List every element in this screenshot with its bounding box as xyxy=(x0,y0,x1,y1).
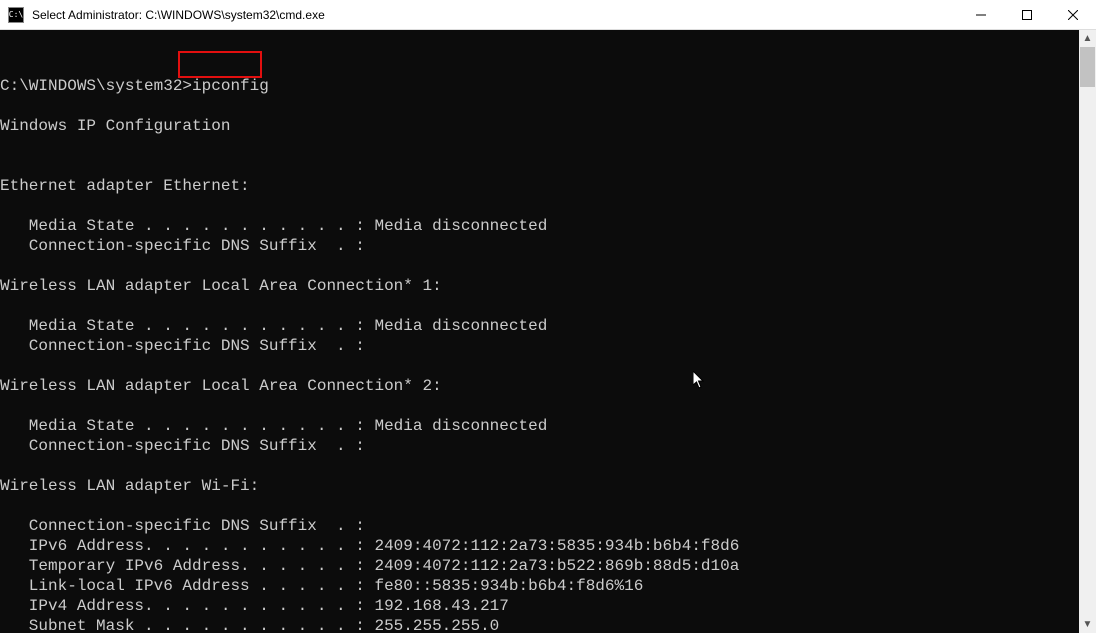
maximize-icon xyxy=(1022,10,1032,20)
prompt-text: C:\WINDOWS\system32> xyxy=(0,77,192,95)
close-button[interactable] xyxy=(1050,0,1096,29)
adapter-1-line-1: Connection-specific DNS Suffix . : xyxy=(0,337,365,355)
adapter-2-line-1: Connection-specific DNS Suffix . : xyxy=(0,437,365,455)
window-controls xyxy=(958,0,1096,29)
scroll-up-arrow-icon[interactable]: ▲ xyxy=(1079,30,1096,47)
vertical-scrollbar[interactable]: ▲ ▼ xyxy=(1079,30,1096,633)
scroll-down-arrow-icon[interactable]: ▼ xyxy=(1079,616,1096,633)
adapter-0-name: Ethernet adapter Ethernet: xyxy=(0,177,250,195)
adapter-3-line-0: Connection-specific DNS Suffix . : xyxy=(0,517,365,535)
window-titlebar: C:\ Select Administrator: C:\WINDOWS\sys… xyxy=(0,0,1096,30)
cmd-icon: C:\ xyxy=(8,7,24,23)
adapter-3-line-1: IPv6 Address. . . . . . . . . . . : 2409… xyxy=(0,537,739,555)
adapter-3-line-4: IPv4 Address. . . . . . . . . . . : 192.… xyxy=(0,597,509,615)
terminal-area: C:\WINDOWS\system32>ipconfig Windows IP … xyxy=(0,30,1096,633)
adapter-3-name: Wireless LAN adapter Wi-Fi: xyxy=(0,477,259,495)
adapter-3-line-2: Temporary IPv6 Address. . . . . . : 2409… xyxy=(0,557,739,575)
window-title: Select Administrator: C:\WINDOWS\system3… xyxy=(32,8,958,22)
close-icon xyxy=(1068,10,1078,20)
terminal[interactable]: C:\WINDOWS\system32>ipconfig Windows IP … xyxy=(0,30,1079,633)
adapter-0-line-0: Media State . . . . . . . . . . . : Medi… xyxy=(0,217,547,235)
adapter-3-line-3: Link-local IPv6 Address . . . . . : fe80… xyxy=(0,577,643,595)
adapter-2-line-0: Media State . . . . . . . . . . . : Medi… xyxy=(0,417,547,435)
minimize-icon xyxy=(976,10,986,20)
maximize-button[interactable] xyxy=(1004,0,1050,29)
adapter-3-line-5: Subnet Mask . . . . . . . . . . . : 255.… xyxy=(0,617,499,633)
adapter-2-name: Wireless LAN adapter Local Area Connecti… xyxy=(0,377,442,395)
adapter-1-line-0: Media State . . . . . . . . . . . : Medi… xyxy=(0,317,547,335)
adapter-0-line-1: Connection-specific DNS Suffix . : xyxy=(0,237,365,255)
terminal-content: C:\WINDOWS\system32>ipconfig Windows IP … xyxy=(0,70,1079,633)
adapter-1-name: Wireless LAN adapter Local Area Connecti… xyxy=(0,277,442,295)
minimize-button[interactable] xyxy=(958,0,1004,29)
command-text: ipconfig xyxy=(192,77,269,95)
scrollbar-thumb[interactable] xyxy=(1080,47,1095,87)
header-text: Windows IP Configuration xyxy=(0,117,230,135)
